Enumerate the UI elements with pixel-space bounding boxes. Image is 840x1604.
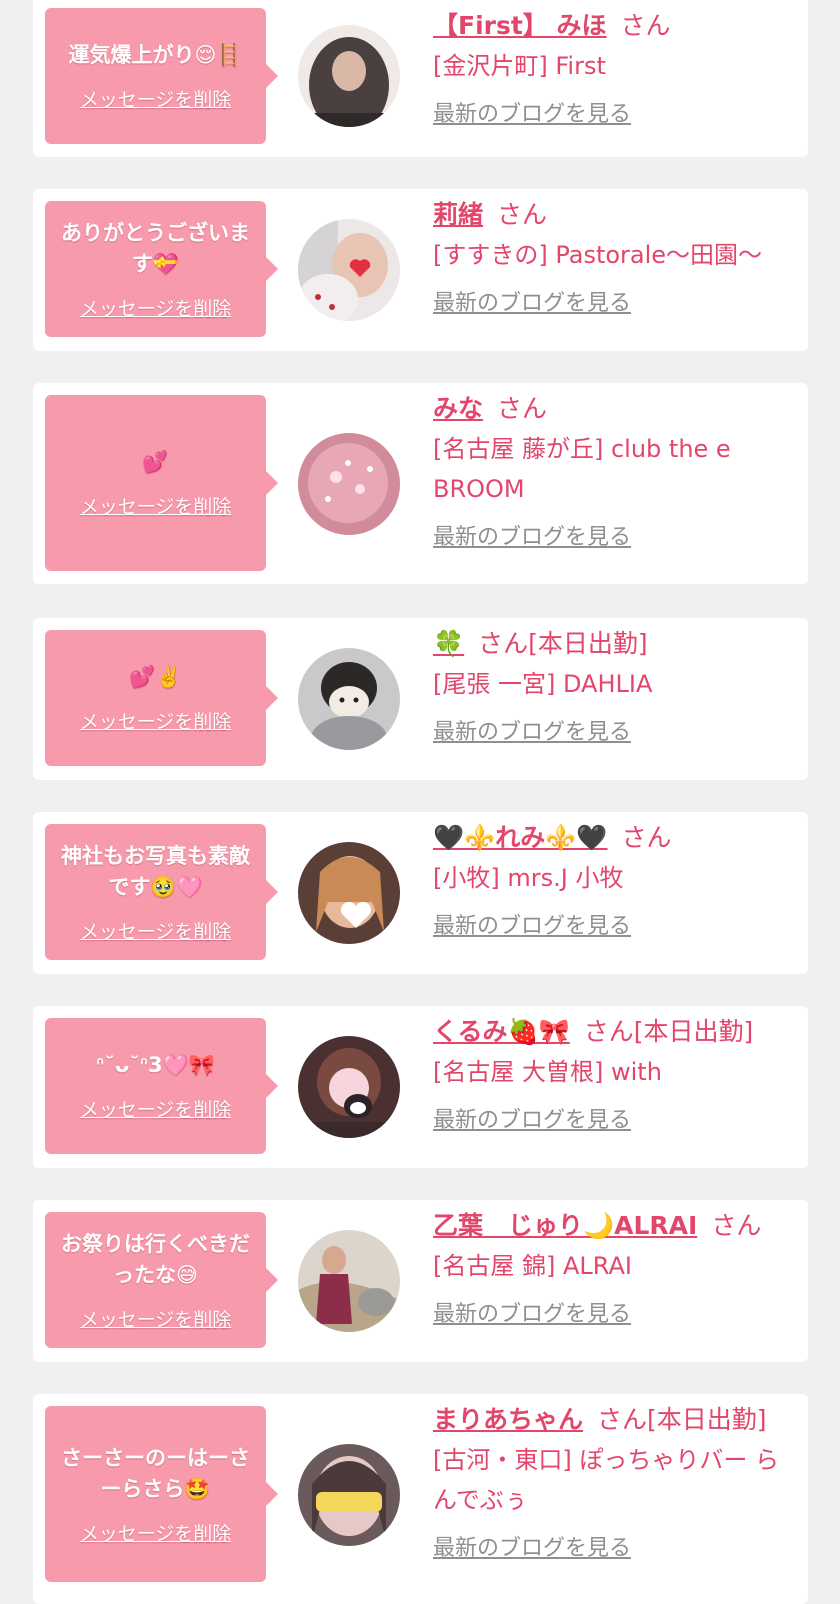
card-info: 🖤⚜️れみ⚜️🖤 さん [小牧] mrs.J 小牧 最新のブログを見る <box>433 818 788 940</box>
delete-message-button[interactable]: メッセージを削除 <box>80 1095 232 1122</box>
view-blog-link[interactable]: 最新のブログを見る <box>433 96 631 128</box>
message-card: 運気爆上がり😌🪜 メッセージを削除 【First】 みほ さん [金沢片町] Fi… <box>33 0 808 157</box>
shop-name: [金沢片町] First <box>433 52 606 80</box>
delete-message-button[interactable]: メッセージを削除 <box>80 85 232 112</box>
message-bubble: 💕✌️ メッセージを削除 <box>45 630 278 766</box>
honorific: さん <box>621 823 672 852</box>
view-blog-link[interactable]: 最新のブログを見る <box>433 1102 631 1134</box>
status-suffix: [本日出勤] <box>633 1017 754 1046</box>
honorific: さん <box>497 200 548 229</box>
card-info: 乙葉 じゅり🌙ALRAI さん [名古屋 錦] ALRAI 最新のブログを見る <box>433 1206 788 1328</box>
message-card: さーさーのーはーさーらさら🤩 メッセージを削除 まりあちゃん さん[本日出勤] [… <box>33 1394 808 1604</box>
honorific: さん <box>583 1017 634 1046</box>
message-bubble: 神社もお写真も素敵です🥹🩷 メッセージを削除 <box>45 824 278 960</box>
name-line: 莉緒 さん <box>433 195 788 235</box>
message-bubble: ありがとうございます💝 メッセージを削除 <box>45 201 278 337</box>
name-line: くるみ🍓🎀 さん[本日出勤] <box>433 1012 788 1052</box>
message-bubble: 💕 メッセージを削除 <box>45 395 278 571</box>
user-name-link[interactable]: 🖤⚜️れみ⚜️🖤 <box>433 823 608 852</box>
card-info: みな さん [名古屋 藤が丘] club the eBROOM 最新のブログを見る <box>433 389 788 551</box>
message-card: ᐢ˘ᴗ˘ᐢ3🩷🎀 メッセージを削除 くるみ🍓🎀 さん[本日出勤] [名古屋 大曽根… <box>33 1006 808 1168</box>
message-bubble: ᐢ˘ᴗ˘ᐢ3🩷🎀 メッセージを削除 <box>45 1018 278 1154</box>
view-blog-link[interactable]: 最新のブログを見る <box>433 519 631 551</box>
shop-name: [名古屋 藤が丘] club the eBROOM <box>433 435 731 503</box>
user-name-link[interactable]: 乙葉 じゅり🌙ALRAI <box>433 1211 697 1240</box>
name-line: 🖤⚜️れみ⚜️🖤 さん <box>433 818 788 858</box>
avatar[interactable] <box>298 842 400 944</box>
name-line: 乙葉 じゅり🌙ALRAI さん <box>433 1206 788 1246</box>
card-info: 【First】 みほ さん [金沢片町] First 最新のブログを見る <box>433 6 788 128</box>
delete-message-button[interactable]: メッセージを削除 <box>80 1305 232 1332</box>
message-text: 神社もお写真も素敵です🥹🩷 <box>61 843 250 899</box>
message-bubble: さーさーのーはーさーらさら🤩 メッセージを削除 <box>45 1406 278 1582</box>
delete-message-button[interactable]: メッセージを削除 <box>80 492 232 519</box>
message-card: 神社もお写真も素敵です🥹🩷 メッセージを削除 🖤⚜️れみ⚜️🖤 さん [小牧] m… <box>33 812 808 974</box>
honorific: さん <box>597 1405 648 1434</box>
avatar[interactable] <box>298 1444 400 1546</box>
status-suffix: [本日出勤] <box>647 1405 767 1434</box>
view-blog-link[interactable]: 最新のブログを見る <box>433 908 631 940</box>
avatar[interactable] <box>298 648 400 750</box>
delete-message-button[interactable]: メッセージを削除 <box>80 294 232 321</box>
shop-name: [名古屋 錦] ALRAI <box>433 1252 632 1280</box>
delete-message-button[interactable]: メッセージを削除 <box>80 1519 232 1546</box>
message-text: 運気爆上がり😌🪜 <box>68 43 243 67</box>
honorific: さん <box>497 394 548 423</box>
message-card: ありがとうございます💝 メッセージを削除 莉緒 さん [すすきの] Pastora… <box>33 189 808 351</box>
delete-message-button[interactable]: メッセージを削除 <box>80 707 232 734</box>
message-text: ᐢ˘ᴗ˘ᐢ3🩷🎀 <box>96 1053 215 1077</box>
card-info: 🍀 さん[本日出勤] [尾張 一宮] DAHLIA 最新のブログを見る <box>433 624 788 746</box>
message-bubble: お祭りは行くべきだったな😅 メッセージを削除 <box>45 1212 278 1348</box>
message-text: さーさーのーはーさーらさら🤩 <box>61 1445 250 1501</box>
user-name-link[interactable]: みな <box>433 394 483 423</box>
message-bubble: 運気爆上がり😌🪜 メッセージを削除 <box>45 8 278 144</box>
honorific: さん <box>711 1211 762 1240</box>
name-line: みな さん <box>433 389 788 429</box>
card-info: 莉緒 さん [すすきの] Pastorale〜田園〜 最新のブログを見る <box>433 195 788 317</box>
message-card: 💕✌️ メッセージを削除 🍀 さん[本日出勤] [尾張 一宮] DAHLIA 最新… <box>33 618 808 780</box>
message-text: お祭りは行くべきだったな😅 <box>61 1231 250 1287</box>
avatar[interactable] <box>298 1036 400 1138</box>
message-text: 💕✌️ <box>129 665 182 689</box>
shop-name: [尾張 一宮] DAHLIA <box>433 670 653 698</box>
status-suffix: [本日出勤] <box>528 629 648 658</box>
shop-name: [小牧] mrs.J 小牧 <box>433 864 624 892</box>
view-blog-link[interactable]: 最新のブログを見る <box>433 1296 631 1328</box>
view-blog-link[interactable]: 最新のブログを見る <box>433 1530 631 1562</box>
message-card: お祭りは行くべきだったな😅 メッセージを削除 乙葉 じゅり🌙ALRAI さん [名… <box>33 1200 808 1362</box>
avatar[interactable] <box>298 25 400 127</box>
user-name-link[interactable]: 🍀 <box>433 629 464 658</box>
message-list: 運気爆上がり😌🪜 メッセージを削除 【First】 みほ さん [金沢片町] Fi… <box>0 0 840 1604</box>
honorific: さん <box>620 11 671 40</box>
avatar[interactable] <box>298 1230 400 1332</box>
name-line: 【First】 みほ さん <box>433 6 788 46</box>
user-name-link[interactable]: くるみ🍓🎀 <box>433 1017 570 1046</box>
user-name-link[interactable]: 【First】 みほ <box>433 11 607 40</box>
message-text: 💕 <box>142 450 169 474</box>
message-card: 💕 メッセージを削除 みな さん [名古屋 藤が丘] club the eBROO… <box>33 383 808 584</box>
avatar[interactable] <box>298 219 400 321</box>
name-line: 🍀 さん[本日出勤] <box>433 624 788 664</box>
card-info: まりあちゃん さん[本日出勤] [古河・東口] ぽっちゃりバー らんでぶぅ 最新の… <box>433 1400 788 1562</box>
delete-message-button[interactable]: メッセージを削除 <box>80 917 232 944</box>
user-name-link[interactable]: まりあちゃん <box>433 1405 583 1434</box>
shop-name: [名古屋 大曽根] with <box>433 1058 662 1086</box>
card-info: くるみ🍓🎀 さん[本日出勤] [名古屋 大曽根] with 最新のブログを見る <box>433 1012 788 1134</box>
message-text: ありがとうございます💝 <box>61 220 250 276</box>
avatar[interactable] <box>298 433 400 535</box>
name-line: まりあちゃん さん[本日出勤] <box>433 1400 788 1440</box>
user-name-link[interactable]: 莉緒 <box>433 200 483 229</box>
shop-name: [すすきの] Pastorale〜田園〜 <box>433 241 763 269</box>
view-blog-link[interactable]: 最新のブログを見る <box>433 285 631 317</box>
honorific: さん <box>478 629 529 658</box>
view-blog-link[interactable]: 最新のブログを見る <box>433 714 631 746</box>
shop-name: [古河・東口] ぽっちゃりバー らんでぶぅ <box>433 1446 779 1514</box>
